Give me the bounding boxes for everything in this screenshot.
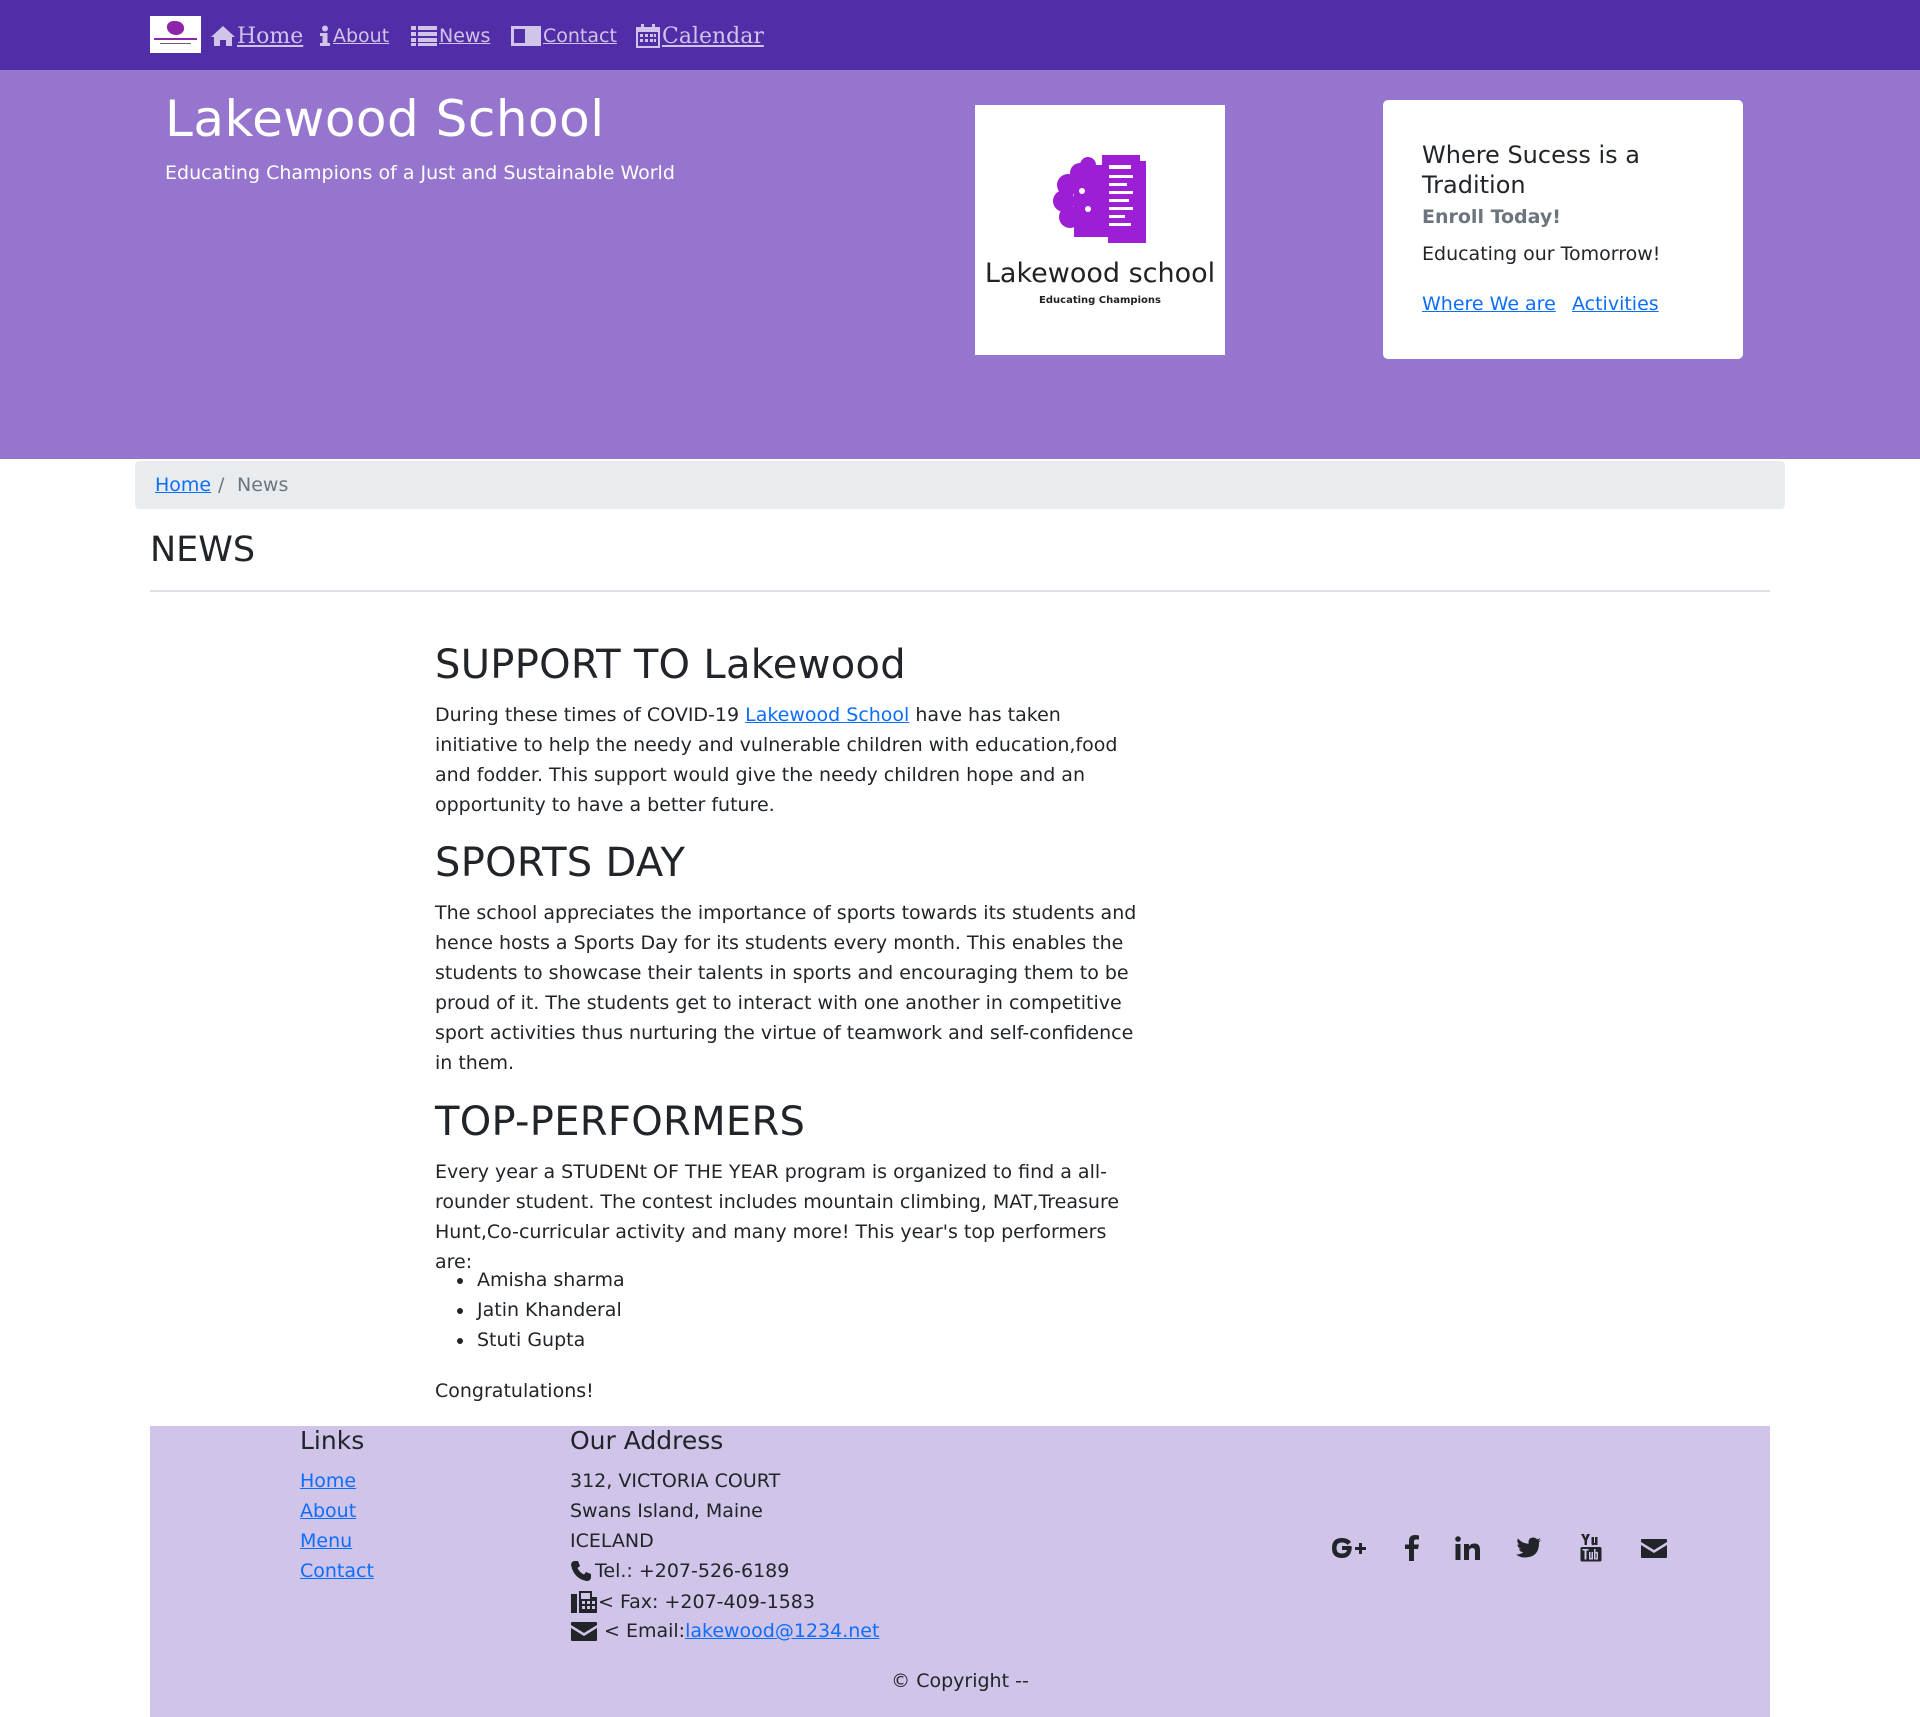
address-email: < Email: lakewood@1234.net	[570, 1620, 879, 1642]
google-plus-icon	[1332, 1538, 1366, 1558]
footer-address-heading: Our Address	[570, 1426, 724, 1455]
google-plus-link[interactable]	[1329, 1528, 1369, 1568]
breadcrumb: Home / News	[135, 461, 1785, 509]
fax-icon	[571, 1591, 597, 1613]
list-item: Jatin Khanderal	[475, 1295, 625, 1325]
twitter-link[interactable]	[1509, 1528, 1549, 1568]
nav-contact[interactable]: Contact	[510, 20, 617, 52]
article-body-support: During these times of COVID-19 Lakewood …	[435, 700, 1145, 820]
footer-link-home[interactable]: Home	[300, 1470, 356, 1492]
youtube-link[interactable]	[1571, 1528, 1611, 1568]
address-line: 312, VICTORIA COURT	[570, 1470, 781, 1492]
school-subtitle: Educating Champions of a Just and Sustai…	[165, 162, 675, 184]
phone-icon	[571, 1561, 591, 1581]
envelope-icon	[571, 1622, 597, 1641]
nav-news[interactable]: News	[410, 20, 490, 52]
lakewood-school-link[interactable]: Lakewood School	[745, 704, 909, 726]
divider	[150, 590, 1770, 592]
card-text: Educating our Tomorrow!	[1422, 243, 1661, 265]
info-icon	[320, 25, 330, 46]
address-line: Swans Island, Maine	[570, 1500, 763, 1522]
breadcrumb-home-link[interactable]: Home	[155, 474, 211, 496]
email-link[interactable]: lakewood@1234.net	[685, 1620, 879, 1642]
calendar-icon	[636, 24, 660, 48]
linkedin-link[interactable]	[1448, 1528, 1488, 1568]
nav-about-label: About	[333, 25, 390, 47]
article-title-performers: TOP-PERFORMERS	[435, 1099, 806, 1145]
nav-about[interactable]: About	[318, 20, 389, 52]
email-label: < Email:	[604, 1620, 686, 1642]
fax-text: < Fax: +207-409-1583	[598, 1591, 815, 1613]
address-card-icon	[511, 26, 541, 46]
nav-home-label: Home	[237, 23, 304, 49]
enroll-card: Where Sucess is a Tradition Enroll Today…	[1383, 100, 1743, 359]
page-title: NEWS	[150, 530, 256, 570]
footer-links-heading: Links	[300, 1426, 365, 1455]
facebook-link[interactable]	[1392, 1528, 1432, 1568]
logo-tagline: Educating Champions	[1039, 295, 1161, 306]
list-icon	[411, 26, 437, 46]
card-subtitle: Enroll Today!	[1422, 206, 1561, 228]
home-icon	[211, 26, 235, 46]
nav-home[interactable]: Home	[210, 20, 303, 52]
envelope-icon	[1641, 1539, 1667, 1558]
school-logo: Lakewood school Educating Champions	[975, 105, 1225, 355]
logo-name: Lakewood school	[984, 258, 1216, 289]
article-body-performers: Every year a STUDENt OF THE YEAR program…	[435, 1161, 1120, 1273]
email-social-link[interactable]	[1634, 1528, 1674, 1568]
activities-link[interactable]: Activities	[1572, 293, 1659, 315]
facebook-icon	[1405, 1535, 1419, 1561]
tel-text: Tel.: +207-526-6189	[595, 1560, 790, 1582]
list-item: Stuti Gupta	[475, 1325, 625, 1355]
article-text: During these times of COVID-19	[435, 704, 746, 726]
youtube-icon	[1580, 1534, 1602, 1562]
address-tel: Tel.: +207-526-6189	[570, 1560, 789, 1582]
footer-link-about[interactable]: About	[300, 1500, 356, 1522]
footer-link-contact[interactable]: Contact	[300, 1560, 374, 1582]
card-title: Where Sucess is a Tradition	[1422, 141, 1640, 199]
brand-logo[interactable]	[150, 16, 201, 53]
footer: Links Home About Menu Contact Our Addres…	[150, 1426, 1770, 1717]
nav-calendar-label: Calendar	[662, 23, 764, 49]
list-item: Amisha sharma	[475, 1265, 625, 1295]
nav-news-label: News	[439, 25, 491, 47]
nav-calendar[interactable]: Calendar	[635, 20, 764, 52]
article-body-sports: The school appreciates the importance of…	[435, 902, 1137, 1074]
linkedin-icon	[1455, 1536, 1480, 1560]
twitter-icon	[1516, 1537, 1541, 1558]
hero-banner: Lakewood School Educating Champions of a…	[0, 70, 1920, 459]
performers-list: Amisha sharma Jatin Khanderal Stuti Gupt…	[435, 1265, 625, 1355]
address-fax: < Fax: +207-409-1583	[570, 1590, 815, 1614]
breadcrumb-separator: /	[218, 474, 225, 496]
footer-link-menu[interactable]: Menu	[300, 1530, 352, 1552]
school-title: Lakewood School	[165, 90, 605, 148]
where-we-are-link[interactable]: Where We are	[1422, 293, 1556, 315]
breadcrumb-current: News	[237, 474, 289, 496]
article-title-sports: SPORTS DAY	[435, 840, 686, 886]
top-navbar: Home About News Contact Calendar	[0, 0, 1920, 70]
copyright-text: © Copyright --	[891, 1670, 1029, 1692]
brain-book-icon	[1053, 155, 1146, 243]
nav-contact-label: Contact	[543, 25, 617, 47]
article-title-support: SUPPORT TO Lakewood	[435, 642, 906, 688]
address-line: ICELAND	[570, 1530, 654, 1552]
congratulations-text: Congratulations!	[435, 1380, 594, 1402]
